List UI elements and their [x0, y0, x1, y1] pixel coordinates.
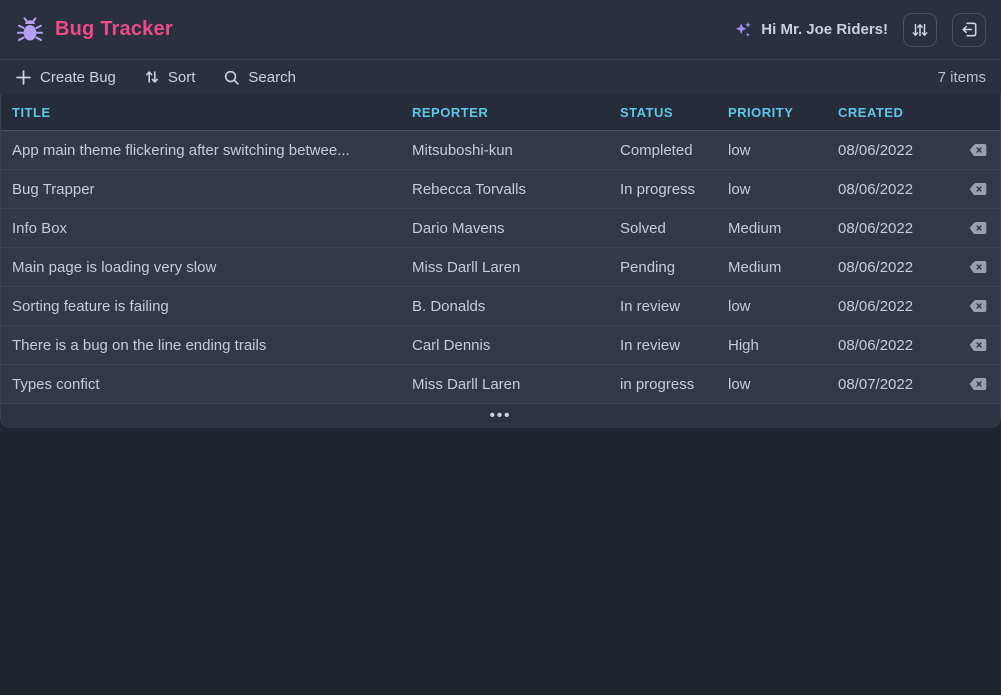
column-header-created: CREATED	[838, 105, 955, 120]
toolbar: Create Bug Sort Search 7 items	[0, 60, 1001, 94]
create-bug-label: Create Bug	[40, 69, 116, 86]
cell-reporter: Mitsuboshi-kun	[412, 142, 620, 159]
backspace-delete-icon	[968, 337, 988, 353]
column-header-status: STATUS	[620, 105, 728, 120]
backspace-delete-icon	[968, 181, 988, 197]
table-row[interactable]: Info Box Dario Mavens Solved Medium 08/0…	[1, 209, 1000, 248]
column-header-title: TITLE	[12, 105, 412, 120]
cell-priority: low	[728, 298, 838, 315]
table-row[interactable]: App main theme flickering after switchin…	[1, 131, 1000, 170]
sort-label: Sort	[168, 69, 196, 86]
cell-title: Info Box	[12, 220, 412, 237]
brand: Bug Tracker	[15, 15, 173, 45]
search-button[interactable]: Search	[223, 69, 296, 86]
delete-bug-button[interactable]	[968, 376, 988, 392]
cell-priority: low	[728, 376, 838, 393]
cell-status: In review	[620, 298, 728, 315]
column-header-priority: PRIORITY	[728, 105, 838, 120]
cell-title: App main theme flickering after switchin…	[12, 142, 412, 159]
vertical-arrows-adjust-icon	[911, 21, 929, 39]
greeting-text: Hi Mr. Joe Riders!	[761, 21, 888, 38]
logout-icon	[960, 20, 979, 39]
bug-icon	[15, 15, 45, 45]
search-label: Search	[248, 69, 296, 86]
delete-bug-button[interactable]	[968, 337, 988, 353]
cell-title: There is a bug on the line ending trails	[12, 337, 412, 354]
logout-button[interactable]	[952, 13, 986, 47]
table-row[interactable]: Main page is loading very slow Miss Darl…	[1, 248, 1000, 287]
cell-created: 08/06/2022	[838, 337, 955, 354]
cell-priority: Medium	[728, 220, 838, 237]
cell-status: in progress	[620, 376, 728, 393]
sort-arrows-icon	[144, 69, 160, 85]
cell-created: 08/06/2022	[838, 142, 955, 159]
cell-status: Solved	[620, 220, 728, 237]
cell-title: Types confict	[12, 376, 412, 393]
top-bar: Bug Tracker Hi Mr. Joe Riders!	[0, 0, 1001, 60]
cell-reporter: Carl Dennis	[412, 337, 620, 354]
user-area: Hi Mr. Joe Riders!	[733, 13, 986, 47]
bug-table: TITLE REPORTER STATUS PRIORITY CREATED A…	[0, 94, 1001, 404]
backspace-delete-icon	[968, 298, 988, 314]
greeting: Hi Mr. Joe Riders!	[733, 20, 888, 40]
sort-button[interactable]: Sort	[144, 69, 196, 86]
cell-created: 08/07/2022	[838, 376, 955, 393]
column-header-reporter: REPORTER	[412, 105, 620, 120]
cell-reporter: B. Donalds	[412, 298, 620, 315]
backspace-delete-icon	[968, 259, 988, 275]
backspace-delete-icon	[968, 376, 988, 392]
cell-reporter: Miss Darll Laren	[412, 376, 620, 393]
cell-reporter: Dario Mavens	[412, 220, 620, 237]
cell-created: 08/06/2022	[838, 298, 955, 315]
cell-status: Pending	[620, 259, 728, 276]
cell-created: 08/06/2022	[838, 259, 955, 276]
cell-created: 08/06/2022	[838, 181, 955, 198]
table-row[interactable]: Types confict Miss Darll Laren in progre…	[1, 365, 1000, 404]
cell-priority: High	[728, 337, 838, 354]
backspace-delete-icon	[968, 142, 988, 158]
table-header-row: TITLE REPORTER STATUS PRIORITY CREATED	[1, 94, 1000, 131]
table-row[interactable]: Sorting feature is failing B. Donalds In…	[1, 287, 1000, 326]
app-title: Bug Tracker	[55, 18, 173, 41]
delete-bug-button[interactable]	[968, 220, 988, 236]
table-footer: •••	[0, 404, 1001, 428]
cell-reporter: Miss Darll Laren	[412, 259, 620, 276]
delete-bug-button[interactable]	[968, 181, 988, 197]
cell-status: In review	[620, 337, 728, 354]
cell-title: Sorting feature is failing	[12, 298, 412, 315]
show-more-button[interactable]: •••	[480, 409, 522, 423]
cell-status: Completed	[620, 142, 728, 159]
table-row[interactable]: Bug Trapper Rebecca Torvalls In progress…	[1, 170, 1000, 209]
cell-created: 08/06/2022	[838, 220, 955, 237]
items-count: 7 items	[938, 69, 986, 86]
cell-status: In progress	[620, 181, 728, 198]
cell-priority: Medium	[728, 259, 838, 276]
ellipsis-icon: •••	[490, 407, 512, 424]
cell-title: Bug Trapper	[12, 181, 412, 198]
table-row[interactable]: There is a bug on the line ending trails…	[1, 326, 1000, 365]
delete-bug-button[interactable]	[968, 259, 988, 275]
cell-reporter: Rebecca Torvalls	[412, 181, 620, 198]
search-icon	[223, 69, 240, 86]
plus-icon	[15, 69, 32, 86]
backspace-delete-icon	[968, 220, 988, 236]
cell-priority: low	[728, 142, 838, 159]
cell-priority: low	[728, 181, 838, 198]
filter-settings-button[interactable]	[903, 13, 937, 47]
sparkles-icon	[733, 20, 753, 40]
delete-bug-button[interactable]	[968, 142, 988, 158]
create-bug-button[interactable]: Create Bug	[15, 69, 116, 86]
delete-bug-button[interactable]	[968, 298, 988, 314]
cell-title: Main page is loading very slow	[12, 259, 412, 276]
